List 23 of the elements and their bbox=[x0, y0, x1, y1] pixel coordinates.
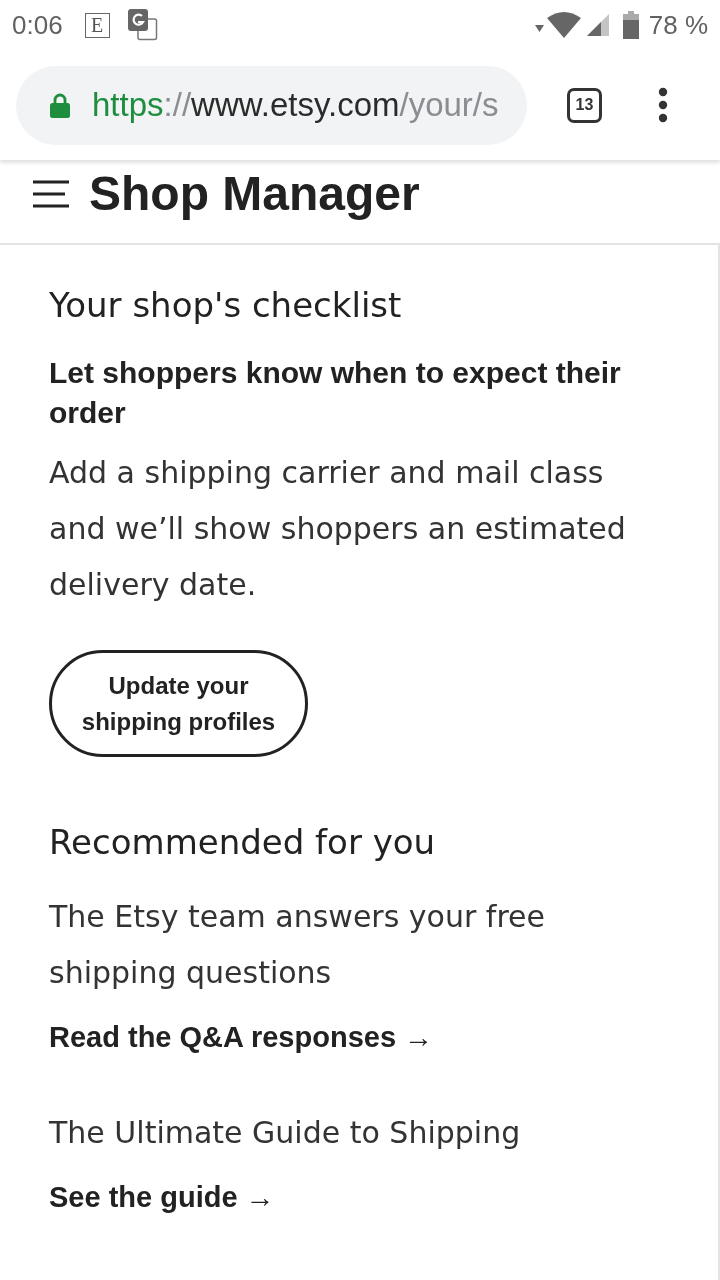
more-menu-icon[interactable] bbox=[658, 87, 668, 123]
wifi-icon bbox=[546, 12, 581, 38]
update-shipping-button[interactable]: Update your shipping profiles bbox=[49, 650, 308, 757]
article-link[interactable]: Read the Q&A responses → bbox=[49, 1017, 434, 1057]
section-heading: Your shop's checklist bbox=[49, 285, 403, 325]
url-text: https://www.etsy.com/your/s bbox=[92, 86, 499, 124]
section-heading: Recommended for you bbox=[49, 822, 437, 862]
article-title: The Ultimate Guide to Shipping bbox=[49, 1114, 522, 1152]
checklist-description: Add a shipping carrier and mail class and we’ll show shoppers an estimated delivery date. bbox=[49, 454, 627, 604]
tab-count-button[interactable]: 13 bbox=[567, 87, 602, 123]
triangle-icon bbox=[534, 24, 544, 32]
page-title: Shop Manager bbox=[89, 169, 420, 218]
article-title: The Etsy team answers your free shipping questions bbox=[49, 898, 546, 992]
menu-icon[interactable] bbox=[33, 179, 69, 208]
checklist-subtitle: Let shoppers know when to expect their order bbox=[49, 355, 622, 431]
signal-icon bbox=[586, 14, 609, 36]
article-link[interactable]: See the guide → bbox=[49, 1177, 275, 1217]
status-time: 0:06 bbox=[12, 9, 63, 41]
notification-app-icon: E bbox=[84, 12, 110, 38]
address-bar[interactable]: https://www.etsy.com/your/s bbox=[16, 65, 527, 145]
battery-percent: 78 % bbox=[648, 9, 708, 41]
translate-icon bbox=[127, 9, 158, 41]
battery-icon bbox=[622, 11, 639, 39]
